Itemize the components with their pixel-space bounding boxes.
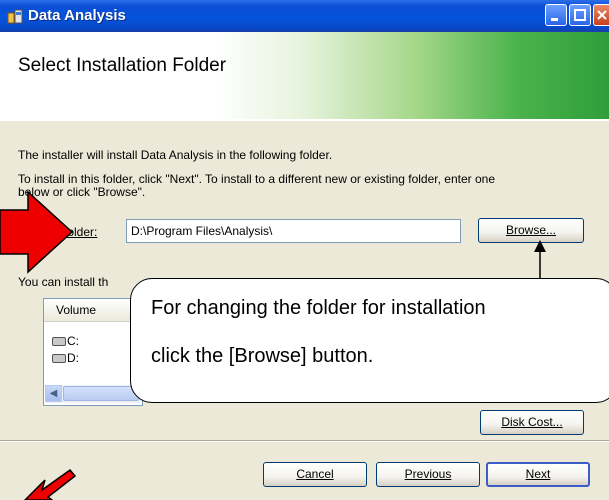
pointer-arrow-icon — [534, 240, 546, 252]
annotation-overlay — [0, 190, 546, 500]
red-arrow-icon — [0, 190, 74, 274]
red-arrow-icon — [23, 468, 77, 500]
